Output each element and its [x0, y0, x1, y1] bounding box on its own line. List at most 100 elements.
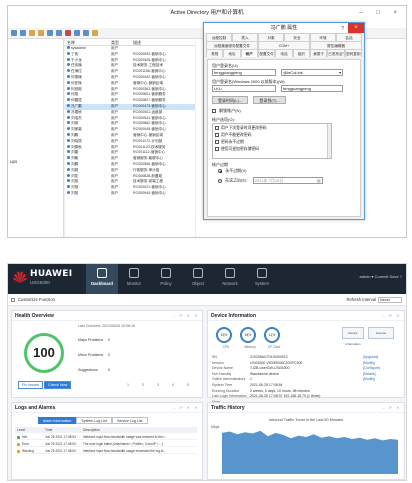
dialog-tab[interactable]: 远程控制 [206, 33, 232, 41]
dialog-tab[interactable]: 密码复制 [344, 49, 362, 57]
inbound-traffic-area [222, 430, 398, 474]
logon-to-button[interactable]: 登录到(T)... [253, 96, 286, 104]
dialog-tab[interactable]: 组织 [292, 49, 310, 57]
dialog-tab[interactable]: COM+ [258, 41, 310, 49]
info-action-link[interactable]: [Upgrade] [363, 355, 380, 361]
domain-suffix-select[interactable]: @leCoLink ▾ [281, 69, 344, 76]
customize-function-link[interactable]: Customize Function [18, 297, 55, 302]
new-user-icon[interactable] [74, 30, 80, 36]
user-name-text: 何冠毅 [71, 86, 82, 91]
delete-icon[interactable] [65, 30, 71, 36]
dialog-tab[interactable]: 已发布证书 [327, 49, 345, 57]
list-header: 名称 类型 描述 [65, 39, 195, 46]
user-icon [67, 74, 70, 78]
dialog-tab[interactable]: 常规 [206, 49, 224, 57]
list-item[interactable]: 使用可逆加密存储密码 [215, 146, 329, 153]
nav-monitor[interactable]: Monitor [118, 264, 150, 294]
user-name-text: 刘旭 [71, 179, 79, 184]
col-desc-header[interactable]: 描述 [131, 39, 195, 45]
logon-hours-button[interactable]: 登录时间(L)... [212, 96, 249, 104]
unlock-account-checkbox[interactable] [212, 108, 216, 113]
never-expires-radio[interactable] [218, 168, 222, 173]
folder-icon[interactable] [29, 30, 35, 36]
license-icon[interactable]: License [368, 327, 394, 339]
table-row[interactable]: Error Jun 25 2021 17:08:00 The user login … [15, 441, 197, 447]
dialog-tab[interactable]: 拨入 [232, 33, 258, 41]
forward-icon[interactable] [20, 30, 26, 36]
option-checkbox[interactable] [215, 140, 219, 144]
user-icon [67, 167, 70, 171]
options-scrollbar[interactable] [327, 124, 331, 158]
option-checkbox[interactable] [215, 133, 219, 137]
table-row[interactable]: Info Jun 25 2021 17:08:53 Interface input … [15, 434, 197, 440]
logs-tab[interactable]: Alarm Information [38, 417, 77, 424]
panel-tools[interactable]: – ⟳ ✕ [382, 403, 401, 413]
nav-network[interactable]: Network [214, 264, 246, 294]
dialog-tab[interactable]: 环境 [310, 33, 336, 41]
back-icon[interactable] [11, 30, 17, 36]
properties-icon[interactable] [38, 30, 44, 36]
refresh-icon[interactable] [47, 30, 53, 36]
table-row[interactable]: 刘旭 用户 RC000940-营销中心 [65, 190, 195, 197]
logs-tab[interactable]: Service Log List [111, 417, 148, 424]
nav-dashboard[interactable]: Dashboard [86, 264, 118, 294]
logon-name-input[interactable]: fengguangpeng [212, 69, 276, 76]
help-button[interactable]: ? [341, 24, 344, 34]
dialog-tab[interactable]: 隶属于 [309, 49, 328, 57]
col-level[interactable]: Level [15, 427, 43, 433]
new-group-icon[interactable] [83, 30, 89, 36]
dialog-tab[interactable]: 会话 [336, 33, 362, 41]
device-info-icon[interactable]: Device Information [342, 327, 364, 346]
table-row[interactable]: Warning Jun 25 2021 17:08:00 Interface inp… [15, 448, 197, 454]
help-icon[interactable] [56, 30, 62, 36]
dialog-tab[interactable]: 电话 [275, 49, 293, 57]
info-action-link[interactable]: [Configure] [363, 366, 380, 372]
window-controls[interactable]: – □ × [359, 6, 403, 20]
object-icon [193, 268, 203, 278]
panel-tools[interactable]: – ⟳ ✕ [382, 311, 401, 321]
nav-object[interactable]: Object [182, 264, 214, 294]
list-item[interactable]: 用户下次登录时须更改密码 [215, 125, 329, 132]
panel-tools[interactable]: – ⟳ ✕ ✕ [173, 311, 199, 321]
ad-tree-pane[interactable]: ups [8, 39, 64, 237]
dialog-tab[interactable]: 帐户 [240, 49, 258, 57]
col-time[interactable]: Time [43, 427, 81, 433]
col-description[interactable]: Description [81, 427, 197, 433]
dialog-tab[interactable]: 对象 [258, 33, 284, 41]
refresh-interval-select[interactable]: Never [378, 297, 402, 303]
close-button[interactable]: × [348, 23, 364, 33]
dialog-tab[interactable]: 地址 [223, 49, 241, 57]
nav-label: System [255, 281, 269, 286]
account-options-list[interactable]: 用户下次登录时须更改密码 用户不能更改密码 密码永不过期 使用可逆加密存储密码 [212, 123, 332, 159]
pre2000-name-input[interactable]: fengguangpeng [281, 85, 344, 92]
col-name-header[interactable]: 名称 [65, 39, 109, 45]
dialog-tab[interactable]: 配置文件 [257, 49, 276, 57]
panel-title: Traffic History – ⟳ ✕ [208, 403, 404, 413]
option-checkbox[interactable] [215, 147, 219, 151]
panel-tools[interactable]: – ⟳ ✕ ✕ [173, 403, 199, 413]
fix-issues-button[interactable]: Fix Issues [18, 381, 44, 389]
account-tab-panel: 用户登录名(U): fengguangpeng @leCoLink ▾ 用户登录名… [207, 59, 361, 217]
dialog-tab[interactable]: 属性编辑器 [310, 41, 362, 49]
nav-policy[interactable]: Policy [150, 264, 182, 294]
filter-icon[interactable] [92, 30, 98, 36]
list-item[interactable]: 密码永不过期 [215, 139, 329, 146]
option-checkbox[interactable] [215, 126, 219, 130]
time-cell: Jun 25 2021 17:08:53 [45, 435, 76, 439]
tree-item-ou[interactable]: ups [10, 159, 17, 164]
customize-checkbox[interactable] [11, 298, 15, 302]
end-of-radio[interactable] [218, 178, 222, 183]
expiry-date-picker[interactable]: 2021年 7月28日 ▦ [252, 177, 323, 184]
nav-system[interactable]: System [246, 264, 278, 294]
dialog-title-bar: 冯广鹏 属性 ? × [204, 23, 364, 33]
user-name-text: 刘家豪 [71, 127, 82, 132]
logs-tab[interactable]: System Log List [76, 417, 112, 424]
list-item[interactable]: 用户不能更改密码 [215, 132, 329, 139]
col-type-header[interactable]: 类型 [109, 39, 131, 45]
huawei-dashboard: HUAWEI USG6300 Dashboard Monitor Policy Obj… [7, 263, 407, 481]
check-now-button[interactable]: Check Now [44, 381, 72, 389]
user-toolbar[interactable]: admin ▾ Commit Save ? [360, 274, 402, 279]
info-action-link[interactable]: [Modify] [363, 377, 380, 383]
dialog-tab[interactable]: 安全 [284, 33, 310, 41]
dialog-tab[interactable]: 远程桌面服务配置文件 [206, 41, 258, 49]
